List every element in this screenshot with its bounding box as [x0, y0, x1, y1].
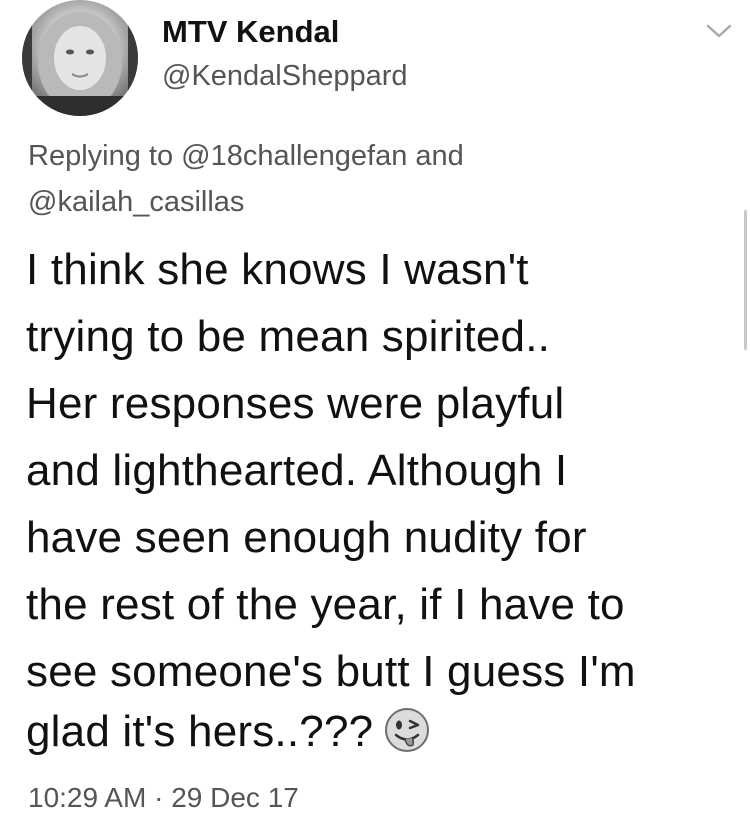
scrollbar[interactable]: [744, 210, 747, 350]
tweet-text-line: and lighthearted. Although I: [26, 446, 568, 495]
chevron-down-icon[interactable]: [705, 20, 733, 42]
author-display-name[interactable]: MTV Kendal: [162, 14, 339, 50]
reply-context-continued: @kailah_casillas: [28, 186, 244, 219]
reply-prefix: Replying to: [28, 140, 174, 172]
tweet-text-line: I think she knows I wasn't: [26, 245, 529, 294]
reply-context: Replying to @18challengefan and: [28, 140, 464, 173]
author-handle[interactable]: @KendalSheppard: [162, 60, 408, 93]
timestamp-separator: ·: [154, 782, 164, 813]
tweet-detail: MTV Kendal @KendalSheppard Replying to @…: [0, 0, 750, 835]
tweet-timestamp[interactable]: 10:29 AM · 29 Dec 17: [28, 782, 299, 814]
reply-mention-2[interactable]: @kailah_casillas: [28, 186, 244, 218]
tweet-text-line: see someone's butt I guess I'm: [26, 647, 636, 696]
reply-joiner: and: [415, 140, 464, 172]
tweet-time: 10:29 AM: [28, 782, 147, 813]
tweet-text-line: glad it's hers..???: [26, 707, 374, 756]
avatar-image: [22, 0, 138, 116]
reply-mention-1[interactable]: @18challengefan: [181, 140, 407, 172]
avatar[interactable]: [22, 0, 138, 116]
tweet-text-line: the rest of the year, if I have to: [26, 580, 625, 629]
tweet-text-line: trying to be mean spirited..: [26, 312, 551, 361]
winking-tongue-emoji-icon: [383, 706, 431, 754]
tweet-text-line: have seen enough nudity for: [26, 513, 587, 562]
tweet-date: 29 Dec 17: [171, 782, 299, 813]
tweet-text-last-line: glad it's hers..???: [26, 706, 431, 757]
tweet-text-line: Her responses were playful: [26, 379, 565, 428]
